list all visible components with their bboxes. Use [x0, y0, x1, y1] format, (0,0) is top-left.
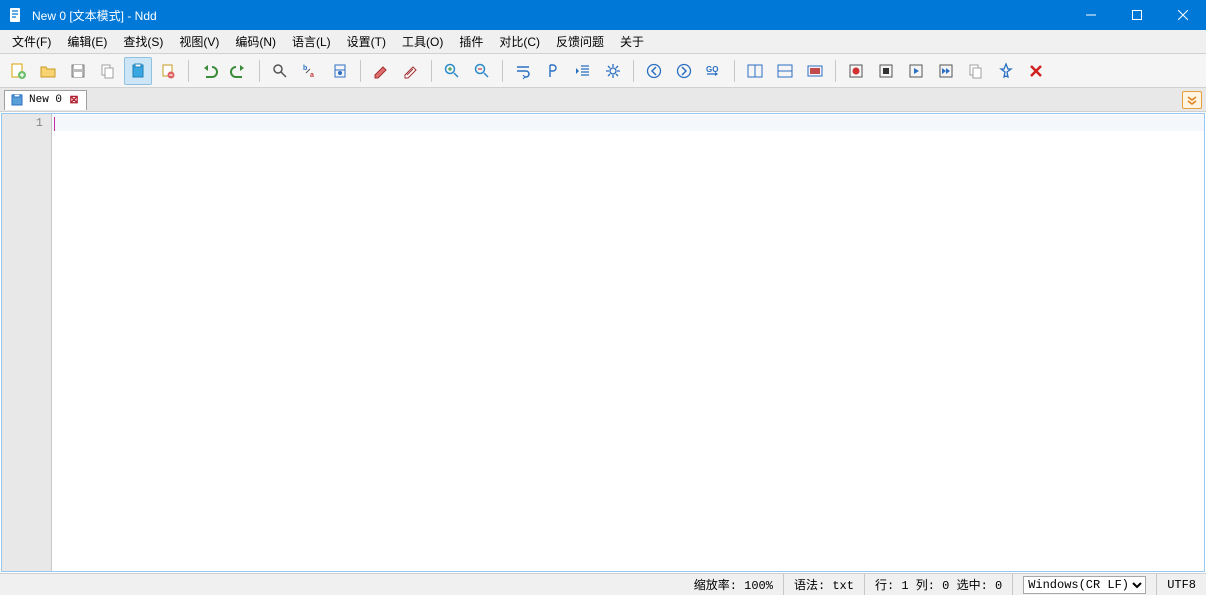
goto-button[interactable]: GO — [700, 57, 728, 85]
app-icon — [8, 7, 24, 23]
find-button[interactable] — [266, 57, 294, 85]
zoom-out-button[interactable] — [468, 57, 496, 85]
show-whitespace-button[interactable] — [539, 57, 567, 85]
tabs-dropdown-button[interactable] — [1182, 91, 1202, 109]
tab-close-icon[interactable]: ⊠ — [68, 94, 80, 106]
play-fast-button[interactable] — [932, 57, 960, 85]
bookmark-button[interactable] — [326, 57, 354, 85]
minimize-button[interactable] — [1068, 0, 1114, 30]
replace-button[interactable]: ba — [296, 57, 324, 85]
status-position: 行: 1 列: 0 选中: 0 — [865, 574, 1013, 595]
open-file-button[interactable] — [34, 57, 62, 85]
menu-view[interactable]: 视图(V) — [171, 30, 227, 53]
copy-button[interactable] — [94, 57, 122, 85]
split-h-button[interactable] — [741, 57, 769, 85]
clear-all-button[interactable] — [397, 57, 425, 85]
svg-text:a: a — [310, 72, 314, 79]
toolbar: ba GO — [0, 54, 1206, 88]
window-title: New 0 [文本模式] - Ndd — [32, 7, 1068, 24]
next-button[interactable] — [670, 57, 698, 85]
statusbar: 缩放率: 100% 语法: txt 行: 1 列: 0 选中: 0 Window… — [0, 573, 1206, 595]
status-eol[interactable]: Windows(CR LF)Unix(LF)Mac(CR) — [1013, 574, 1157, 595]
menu-about[interactable]: 关于 — [612, 30, 652, 53]
play-button[interactable] — [902, 57, 930, 85]
editor-container: 1 — [1, 113, 1205, 572]
status-syntax[interactable]: 语法: txt — [784, 574, 865, 595]
pin-button[interactable] — [992, 57, 1020, 85]
zoom-in-button[interactable] — [438, 57, 466, 85]
save-macro-button[interactable] — [962, 57, 990, 85]
paste-button[interactable] — [124, 57, 152, 85]
settings-gear-button[interactable] — [599, 57, 627, 85]
redo-button[interactable] — [225, 57, 253, 85]
menu-edit[interactable]: 编辑(E) — [59, 30, 115, 53]
undo-button[interactable] — [195, 57, 223, 85]
status-encoding[interactable]: UTF8 — [1157, 574, 1206, 595]
menu-file[interactable]: 文件(F) — [4, 30, 59, 53]
close-all-button[interactable] — [1022, 57, 1050, 85]
record-button[interactable] — [842, 57, 870, 85]
svg-text:b: b — [303, 65, 307, 72]
line-gutter: 1 — [2, 114, 52, 571]
fullscreen-button[interactable] — [801, 57, 829, 85]
menu-tools[interactable]: 工具(O) — [394, 30, 451, 53]
status-zoom[interactable]: 缩放率: 100% — [684, 574, 784, 595]
menu-feedback[interactable]: 反馈问题 — [548, 30, 612, 53]
line-number: 1 — [2, 116, 43, 130]
clear-format-button[interactable] — [367, 57, 395, 85]
titlebar: New 0 [文本模式] - Ndd — [0, 0, 1206, 30]
eol-select[interactable]: Windows(CR LF)Unix(LF)Mac(CR) — [1023, 576, 1146, 594]
menu-language[interactable]: 语言(L) — [284, 30, 339, 53]
menu-find[interactable]: 查找(S) — [115, 30, 171, 53]
menu-plugins[interactable]: 插件 — [451, 30, 491, 53]
new-file-button[interactable] — [4, 57, 32, 85]
text-cursor — [54, 117, 55, 131]
current-line-highlight — [52, 115, 1204, 131]
menu-compare[interactable]: 对比(C) — [491, 30, 548, 53]
wordwrap-button[interactable] — [509, 57, 537, 85]
stop-button[interactable] — [872, 57, 900, 85]
save-button[interactable] — [64, 57, 92, 85]
svg-text:GO: GO — [706, 65, 718, 74]
text-editor[interactable] — [52, 114, 1204, 571]
menu-settings[interactable]: 设置(T) — [339, 30, 394, 53]
maximize-button[interactable] — [1114, 0, 1160, 30]
menubar: 文件(F) 编辑(E) 查找(S) 视图(V) 编码(N) 语言(L) 设置(T… — [0, 30, 1206, 54]
tab-label: New 0 — [29, 94, 62, 106]
menu-encoding[interactable]: 编码(N) — [227, 30, 284, 53]
file-icon — [11, 94, 23, 106]
cut-button[interactable] — [154, 57, 182, 85]
prev-button[interactable] — [640, 57, 668, 85]
tabbar: New 0 ⊠ — [0, 88, 1206, 112]
indent-button[interactable] — [569, 57, 597, 85]
split-v-button[interactable] — [771, 57, 799, 85]
tab-new-0[interactable]: New 0 ⊠ — [4, 90, 87, 110]
close-button[interactable] — [1160, 0, 1206, 30]
